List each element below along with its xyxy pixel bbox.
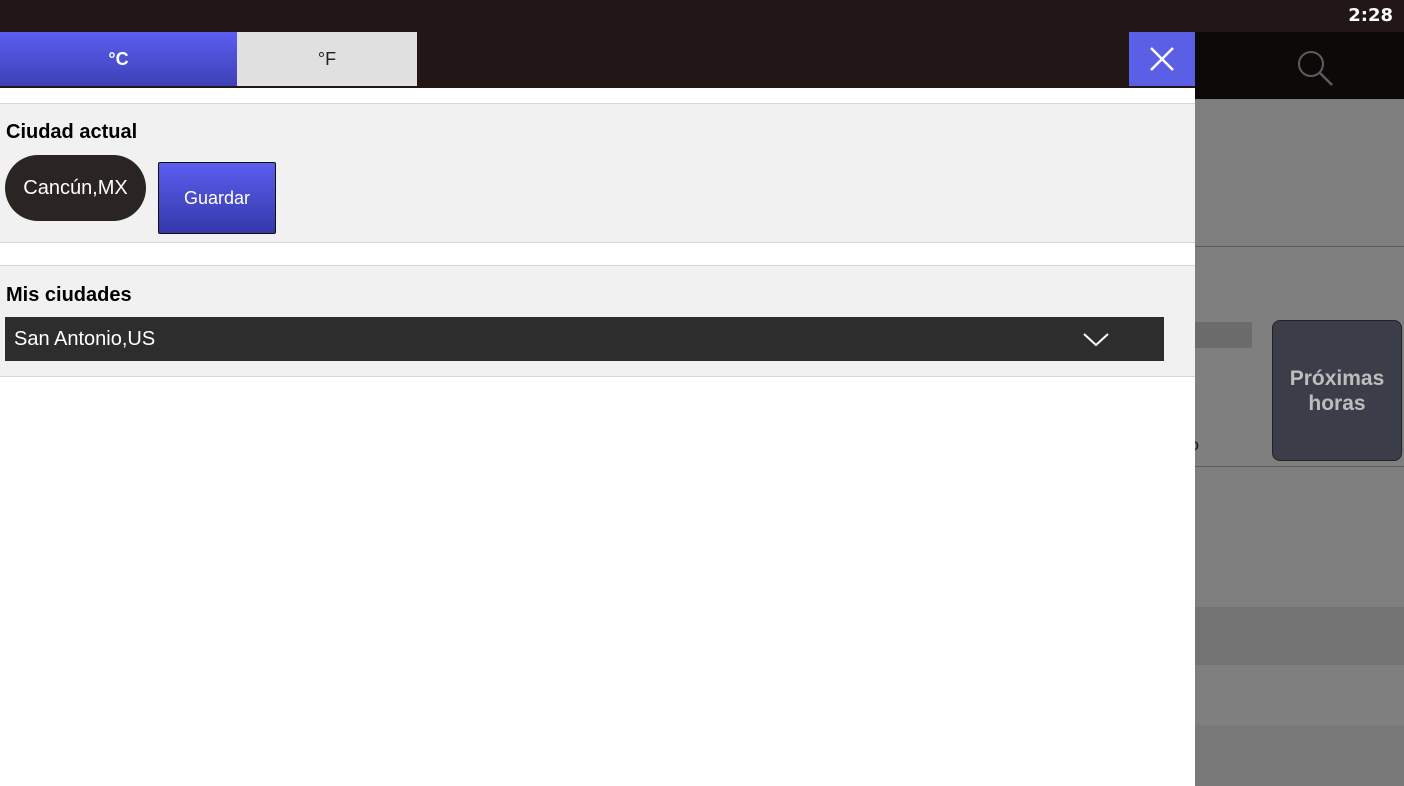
save-button[interactable]: Guardar <box>158 162 276 234</box>
drawer-top-bar: °C °F <box>0 32 1195 88</box>
celsius-toggle[interactable]: °C <box>0 32 237 86</box>
close-icon <box>1150 47 1174 71</box>
status-time: 2:28 <box>1348 5 1393 26</box>
current-city-pill: Cancún,MX <box>5 155 146 221</box>
fahrenheit-toggle[interactable]: °F <box>237 32 417 86</box>
current-city-section: Ciudad actual Cancún,MX Guardar <box>0 103 1195 243</box>
my-cities-title: Mis ciudades <box>6 284 132 306</box>
my-cities-section: Mis ciudades San Antonio,US <box>0 265 1195 377</box>
selected-city-value: San Antonio,US <box>14 327 156 350</box>
status-bar: 2:28 <box>0 0 1404 32</box>
close-button[interactable] <box>1129 32 1195 86</box>
settings-drawer: °C °F Ciudad actual Cancún,MX Guardar Mi… <box>0 32 1195 786</box>
my-cities-dropdown[interactable]: San Antonio,US <box>5 317 1164 361</box>
next-hours-button[interactable]: Próximas horas <box>1272 320 1402 461</box>
chevron-down-icon <box>1083 333 1109 347</box>
current-city-title: Ciudad actual <box>6 121 138 143</box>
